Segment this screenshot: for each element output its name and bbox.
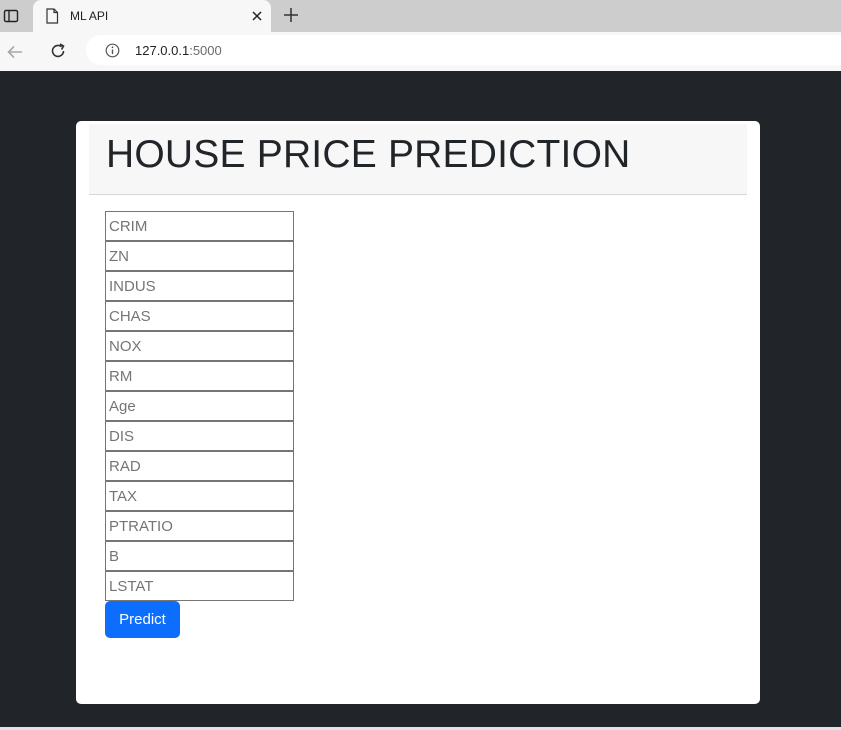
url-text[interactable]: 127.0.0.1:5000 [135, 43, 222, 58]
tax-input[interactable] [105, 481, 294, 511]
url-host: 127.0.0.1 [135, 43, 190, 58]
rad-input[interactable] [105, 451, 294, 481]
nox-input[interactable] [105, 331, 294, 361]
crim-input[interactable] [105, 211, 294, 241]
b-input[interactable] [105, 541, 294, 571]
prediction-card: HOUSE PRICE PREDICTION Predict [76, 121, 760, 704]
age-input[interactable] [105, 391, 294, 421]
predict-button[interactable]: Predict [105, 601, 180, 638]
close-icon[interactable] [249, 8, 265, 24]
ptratio-input[interactable] [105, 511, 294, 541]
chas-input[interactable] [105, 301, 294, 331]
zn-input[interactable] [105, 241, 294, 271]
document-icon [46, 8, 59, 24]
dis-input[interactable] [105, 421, 294, 451]
prediction-form [105, 211, 294, 601]
address-bar[interactable]: 127.0.0.1:5000 [86, 35, 841, 65]
sidebar-toggle-icon[interactable] [2, 7, 20, 25]
plus-icon[interactable] [282, 6, 300, 24]
lstat-input[interactable] [105, 571, 294, 601]
indus-input[interactable] [105, 271, 294, 301]
browser-tab-bar: ML API [0, 0, 841, 33]
tab-title: ML API [70, 9, 109, 23]
back-arrow-icon[interactable] [5, 42, 25, 62]
page-title: HOUSE PRICE PREDICTION [106, 133, 631, 176]
browser-tab[interactable]: ML API [33, 0, 271, 33]
info-icon[interactable] [105, 43, 120, 58]
browser-toolbar: 127.0.0.1:5000 [0, 32, 841, 71]
url-port: :5000 [189, 43, 222, 58]
reload-icon[interactable] [48, 41, 68, 61]
rm-input[interactable] [105, 361, 294, 391]
card-header: HOUSE PRICE PREDICTION [89, 124, 747, 195]
